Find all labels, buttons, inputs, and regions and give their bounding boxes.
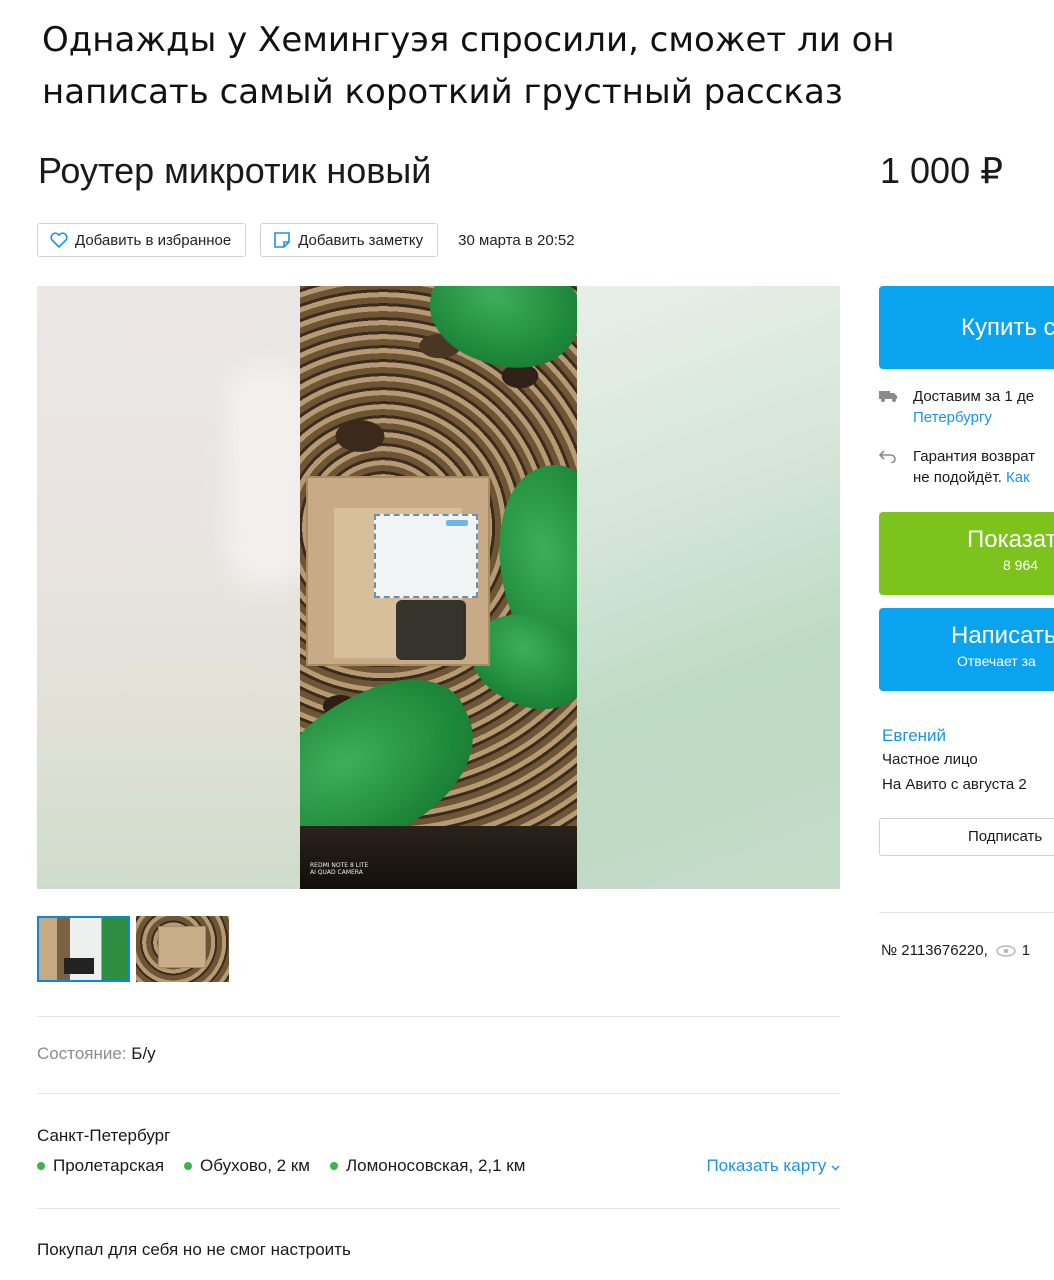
ad-meta: № 2113676220, 1	[881, 942, 1030, 959]
metro-station: Ломоносовская, 2,1 км	[329, 1156, 526, 1176]
reply-time-note: Отвечает за	[957, 653, 1036, 669]
views-count: 1	[1021, 942, 1031, 959]
show-phone-label: Показат	[967, 526, 1054, 553]
eye-icon	[996, 944, 1016, 957]
write-message-button[interactable]: Написать Отвечает за	[879, 608, 1054, 691]
metro-station: Обухово, 2 км	[184, 1156, 310, 1176]
location-city: Санкт-Петербург	[37, 1126, 171, 1145]
condition-value: Б/у	[131, 1044, 156, 1063]
truck-icon	[879, 391, 897, 402]
watermark-line-2: AI QUAD CAMERA	[310, 869, 363, 876]
subscribe-button[interactable]: Подписать	[879, 818, 1054, 856]
post-date: 30 марта в 20:52	[458, 231, 575, 249]
metro-dot-icon	[37, 1162, 45, 1170]
router-device	[374, 514, 478, 598]
add-to-favorites-button[interactable]: Добавить в избранное	[37, 223, 247, 257]
divider	[37, 1016, 840, 1017]
listing-price: 1 000 ₽	[880, 150, 1003, 191]
seller-since: На Авито с августа 2	[882, 776, 1027, 793]
gallery-blur-backdrop-left	[37, 286, 300, 889]
metro-dot-icon	[184, 1162, 193, 1170]
add-note-label: Добавить заметку	[298, 231, 424, 249]
chevron-down-icon	[831, 1165, 840, 1171]
ad-number: № 2113676220,	[881, 942, 988, 959]
metro-station-name: Обухово, 2 км	[200, 1156, 310, 1175]
show-map-link[interactable]: Показать карту	[706, 1156, 840, 1176]
guarantee-text: не подойдёт.	[913, 469, 1002, 486]
add-to-favorites-label: Добавить в избранное	[75, 231, 232, 249]
metro-stations: Пролетарская Обухово, 2 км Ломоносовская…	[37, 1156, 840, 1176]
add-note-button[interactable]: Добавить заметку	[260, 223, 439, 257]
metro-dot-icon	[329, 1162, 338, 1170]
metro-station-name: Ломоносовская, 2,1 км	[345, 1156, 526, 1175]
photo-gallery[interactable]: REDMI NOTE 8 LITE AI QUAD CAMERA	[37, 286, 840, 889]
guarantee-info: Гарантия возврат не подойдёт. Как	[879, 446, 1054, 488]
divider	[37, 1208, 840, 1209]
seller-name-link[interactable]: Евгений	[882, 726, 946, 746]
meme-caption: Однажды у Хемингуэя спросили, сможет ли …	[42, 14, 1002, 118]
heart-icon	[50, 232, 68, 248]
listing-actions: Добавить в избранное Добавить заметку 30…	[37, 223, 575, 257]
divider	[37, 1093, 840, 1094]
meme-caption-line-2: написать самый короткий грустный рассказ	[42, 72, 843, 112]
gallery-blur-backdrop-right	[577, 286, 840, 889]
meme-caption-line-1: Однажды у Хемингуэя спросили, сможет ли …	[42, 20, 895, 60]
show-phone-button[interactable]: Показат 8 964	[879, 512, 1054, 595]
return-arrow-icon	[879, 450, 896, 463]
main-photo[interactable]: REDMI NOTE 8 LITE AI QUAD CAMERA	[300, 286, 577, 889]
metro-station-name: Пролетарская	[53, 1156, 165, 1175]
thumbnail-2[interactable]	[136, 916, 229, 982]
camera-watermark: REDMI NOTE 8 LITE AI QUAD CAMERA	[310, 862, 368, 876]
listing-title: Роутер микротик новый	[38, 150, 432, 191]
write-message-label: Написать	[951, 622, 1054, 649]
condition: Состояние: Б/у	[37, 1044, 156, 1064]
seller-type: Частное лицо	[882, 751, 978, 768]
buy-button[interactable]: Купить с	[879, 286, 1054, 369]
watermark-line-1: REDMI NOTE 8 LITE	[310, 862, 369, 869]
leaf-shape	[415, 286, 577, 389]
guarantee-line-1: Гарантия возврат	[913, 448, 1036, 465]
sidebar: Купить с Доставим за 1 де Петербургу Гар…	[879, 286, 1054, 1280]
cables	[396, 600, 466, 660]
note-icon	[274, 232, 291, 248]
show-map-label: Показать карту	[706, 1156, 827, 1175]
thumbnail-strip	[37, 916, 235, 982]
delivery-city-link[interactable]: Петербургу	[913, 407, 1054, 428]
divider	[879, 912, 1054, 913]
condition-label: Состояние:	[37, 1044, 127, 1063]
phone-number-partial: 8 964	[1003, 557, 1039, 573]
thumbnail-1[interactable]	[37, 916, 130, 982]
metro-station: Пролетарская	[37, 1156, 164, 1176]
photo-floor	[300, 826, 577, 889]
delivery-line-1: Доставим за 1 де	[913, 388, 1035, 405]
listing-description: Покупал для себя но не смог настроить	[37, 1240, 351, 1259]
guarantee-line-2: не подойдёт. Как	[913, 467, 1054, 488]
guarantee-how-link[interactable]: Как	[1006, 469, 1030, 486]
delivery-info: Доставим за 1 де Петербургу	[879, 386, 1054, 428]
